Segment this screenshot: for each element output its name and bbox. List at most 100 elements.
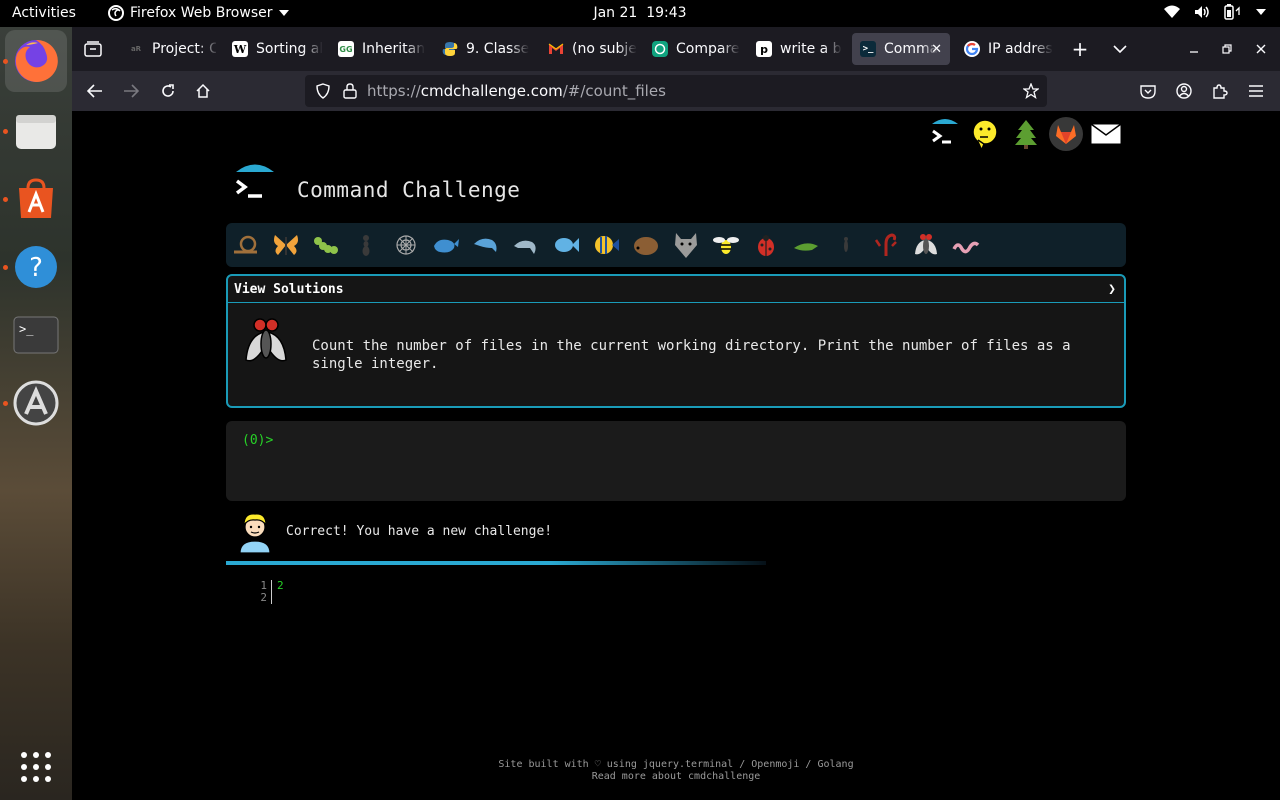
- dock-app-center[interactable]: [8, 171, 64, 227]
- tab-label: Project: C: [152, 41, 216, 57]
- power-menu-icon: [1256, 9, 1266, 15]
- site-logo-link[interactable]: [928, 117, 962, 151]
- running-indicator: [3, 265, 8, 270]
- worm-icon[interactable]: [952, 232, 980, 258]
- cricket-icon[interactable]: [792, 232, 820, 258]
- close-tab-icon[interactable]: ✕: [931, 42, 942, 57]
- firefox-view-icon: [84, 41, 102, 57]
- view-solutions-toggle[interactable]: View Solutions ❯: [228, 276, 1124, 303]
- back-arrow-icon: [87, 84, 102, 98]
- evergreen-tree-icon: [1015, 120, 1037, 149]
- gitlab-link[interactable]: [1049, 117, 1083, 151]
- app-menu[interactable]: Firefox Web Browser: [108, 5, 289, 21]
- dock-files[interactable]: [8, 103, 64, 159]
- tab-cmdchallenge[interactable]: >_ Comma ✕: [852, 33, 950, 65]
- dock-software-updater[interactable]: [8, 375, 64, 431]
- new-tab-button[interactable]: +: [1068, 37, 1092, 61]
- bookmark-star-icon[interactable]: [1023, 83, 1039, 99]
- feedback-message: Correct! You have a new challenge!: [226, 511, 826, 555]
- pocket-button[interactable]: [1136, 79, 1160, 103]
- fly-icon[interactable]: [912, 232, 940, 258]
- challenge-description: Count the number of files in the current…: [312, 338, 1071, 372]
- spider-web-icon[interactable]: [392, 232, 420, 258]
- project-icon: aR: [130, 45, 142, 53]
- fly-icon: [245, 318, 287, 362]
- dock-help[interactable]: ?: [8, 239, 64, 295]
- progress-bar: [226, 561, 766, 565]
- show-apps-button[interactable]: [8, 739, 64, 795]
- whale-icon[interactable]: [432, 232, 460, 258]
- web-page: Command Challenge View Solutions ❯ Count…: [72, 111, 1280, 800]
- terminal-input-area[interactable]: (0)>: [226, 421, 1126, 501]
- firefox-view-button[interactable]: [81, 37, 105, 61]
- dock-terminal[interactable]: >_: [8, 307, 64, 363]
- tree-link[interactable]: [1009, 117, 1043, 151]
- tracking-protection-icon[interactable]: [315, 83, 331, 99]
- chevron-down-icon: [278, 10, 289, 16]
- svg-text:>_: >_: [19, 322, 34, 336]
- tab-chatgpt[interactable]: Compare: [644, 33, 744, 65]
- output-panel: 12 2: [257, 580, 284, 604]
- plus-icon: +: [1071, 37, 1089, 61]
- home-button[interactable]: [191, 79, 215, 103]
- bee-icon[interactable]: [712, 232, 740, 258]
- gmail-icon: [548, 43, 564, 54]
- tab-perplexity[interactable]: p write a b: [748, 33, 848, 65]
- hedgehog-icon[interactable]: [632, 232, 660, 258]
- wolf-icon[interactable]: [672, 232, 700, 258]
- tab-google[interactable]: IP addres: [956, 33, 1060, 65]
- close-window-button[interactable]: [1249, 37, 1273, 61]
- output-line: 2: [257, 592, 284, 604]
- app-center-icon: [19, 178, 53, 218]
- restore-icon: [1222, 44, 1232, 54]
- hint-link[interactable]: [968, 117, 1002, 151]
- navigation-toolbar: https://cmdchallenge.com/#/count_files: [72, 71, 1280, 111]
- gitlab-fox-icon: [1056, 125, 1076, 144]
- account-button[interactable]: [1172, 79, 1196, 103]
- list-all-tabs-button[interactable]: [1108, 37, 1132, 61]
- lock-icon[interactable]: [343, 83, 357, 99]
- minimize-button[interactable]: [1182, 37, 1206, 61]
- files-icon: [16, 115, 56, 149]
- tab-label: Sorting al: [256, 41, 324, 57]
- dock-firefox[interactable]: [5, 30, 67, 92]
- tab-gmail[interactable]: (no subje: [540, 33, 640, 65]
- home-icon: [196, 83, 210, 98]
- system-menu[interactable]: [1164, 4, 1266, 20]
- read-more-link[interactable]: Read more about cmdchallenge: [72, 771, 1280, 783]
- forward-button[interactable]: [119, 79, 143, 103]
- restore-button[interactable]: [1215, 37, 1239, 61]
- volume-icon: [1195, 6, 1209, 18]
- tab-geeksforgeeks[interactable]: GG Inheritan: [330, 33, 430, 65]
- ladybug-icon[interactable]: [752, 232, 780, 258]
- terminal-icon: >_: [13, 316, 59, 354]
- ant-icon[interactable]: [352, 232, 380, 258]
- dolphin-icon[interactable]: [472, 232, 500, 258]
- perplexity-icon: p: [756, 41, 772, 57]
- back-button[interactable]: [83, 79, 107, 103]
- extensions-button[interactable]: [1208, 79, 1232, 103]
- tab-python[interactable]: 9. Classe: [434, 33, 534, 65]
- clock-button[interactable]: Jan 21 19:43: [593, 5, 686, 21]
- activities-button[interactable]: Activities: [12, 5, 76, 21]
- app-menu-button[interactable]: [1244, 79, 1268, 103]
- fish-icon[interactable]: [552, 232, 580, 258]
- close-icon: [1256, 44, 1266, 54]
- tab-wikipedia[interactable]: W Sorting al: [224, 33, 324, 65]
- mosquito-icon[interactable]: [832, 232, 860, 258]
- tab-project[interactable]: aR Project: C: [120, 33, 216, 65]
- command-challenge-logo-icon: [235, 164, 274, 198]
- extensions-puzzle-icon: [1213, 84, 1228, 99]
- scorpion-icon[interactable]: [872, 232, 900, 258]
- tropical-fish-icon[interactable]: [592, 232, 620, 258]
- email-link[interactable]: [1089, 117, 1123, 151]
- butterfly-icon[interactable]: [272, 232, 300, 258]
- dolphin-icon[interactable]: [512, 232, 540, 258]
- caterpillar-icon[interactable]: [312, 232, 340, 258]
- firefox-icon: [15, 39, 58, 82]
- view-solutions-label: View Solutions: [234, 281, 344, 297]
- terminal-prompt: (0)>: [242, 433, 274, 448]
- url-bar[interactable]: https://cmdchallenge.com/#/count_files: [305, 75, 1047, 107]
- reload-button[interactable]: [156, 79, 180, 103]
- snail-icon[interactable]: [232, 232, 260, 258]
